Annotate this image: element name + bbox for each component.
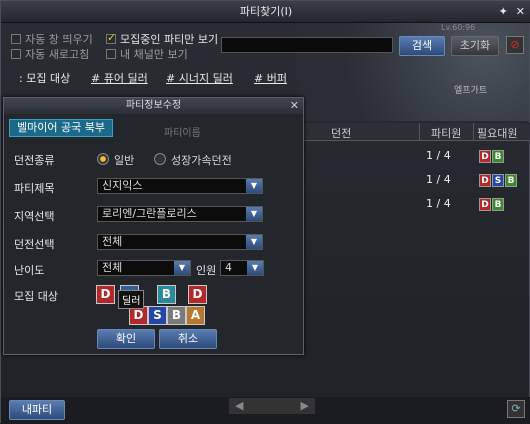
only-joinable-checkbox[interactable]: 모집중인 파티만 보기 (106, 31, 218, 47)
party-title-label: 파티제목 (14, 182, 55, 195)
region-select[interactable]: 로리엔/그란플로리스 ▼ (97, 206, 263, 222)
chevron-down-icon[interactable]: ▼ (246, 207, 262, 221)
normal-radio[interactable] (97, 153, 109, 165)
badge-buffer: B (492, 150, 504, 163)
chevron-down-icon[interactable]: ▼ (174, 261, 190, 275)
dungeon-select[interactable]: 전체 ▼ (97, 234, 263, 250)
my-party-button[interactable]: 내파티 (9, 400, 65, 420)
auto-refresh-box[interactable] (11, 49, 21, 59)
dungeon-type-label: 던전종류 (14, 154, 55, 167)
auto-refresh-checkbox[interactable]: 자동 새로고침 (11, 46, 89, 62)
growth-radio-label: 성장가속던전 (171, 154, 232, 167)
auto-popup-label: 자동 창 띄우기 (25, 33, 93, 46)
badge-dealer: D (479, 198, 491, 211)
badge-synergy: S (492, 174, 504, 187)
zone-tab[interactable]: 벨마이어 공국 북부 (9, 119, 113, 137)
chevron-down-icon[interactable]: ▼ (246, 235, 262, 249)
dungeon-value: 전체 (102, 235, 123, 248)
region-value: 로리엔/그란플로리스 (102, 207, 197, 220)
dialog-title: 파티정보수정 (125, 100, 182, 111)
row-badges: DSB (479, 173, 518, 187)
difficulty-label: 난이도 (14, 264, 45, 277)
refresh-icon[interactable]: ⟳ (507, 400, 525, 418)
dungeon-label: 던전선택 (14, 238, 55, 251)
pager: ◀ ▶ (229, 398, 315, 414)
category-buffer-label[interactable]: # 버퍼 (254, 72, 287, 85)
badge-dealer: D (479, 150, 491, 163)
recruit-label: 모집 대상 (14, 290, 58, 303)
chevron-down-icon[interactable]: ▼ (247, 261, 263, 275)
badge-buffer: B (505, 174, 517, 187)
members-select[interactable]: 4 ▼ (220, 260, 264, 276)
row-badges: DB (479, 197, 505, 211)
category-pure-dealer-label[interactable]: # 퓨어 딜러 (91, 72, 148, 85)
search-button[interactable]: 검색 (399, 36, 445, 56)
reset-button[interactable]: 초기화 (451, 36, 499, 56)
next-page-icon[interactable]: ▶ (301, 398, 309, 414)
party-title-value: 신지익스 (102, 179, 143, 192)
members-label: 인원 (196, 264, 217, 277)
party-edit-dialog: 파티정보수정 ✕ 벨마이어 공국 북부 파티이름 던전종류 일반 성장가속던전 … (3, 97, 304, 355)
category-recruit-label: 모집 대상 (26, 72, 71, 85)
difficulty-value: 전체 (102, 261, 123, 274)
my-channel-label: 내 채널만 보기 (120, 48, 188, 61)
cancel-button[interactable]: 취소 (159, 329, 217, 349)
table-row[interactable]: 1 / 4 DB (301, 149, 530, 167)
recruit-badge-a[interactable]: A (186, 306, 205, 325)
badge-dealer: D (479, 174, 491, 187)
pin-icon[interactable]: ✦ (499, 1, 508, 23)
dialog-titlebar: 파티정보수정 ✕ (4, 98, 303, 114)
table-row[interactable]: 1 / 4 DSB (301, 173, 530, 191)
table-header: 던전 파티원 필요대원 (301, 123, 530, 141)
table-row[interactable]: 1 / 4 DB (301, 197, 530, 215)
chevron-down-icon[interactable]: ▼ (246, 179, 262, 193)
refresh-icon[interactable]: ⊘ (506, 36, 524, 54)
auto-popup-box[interactable] (11, 34, 21, 44)
party-name-header: 파티이름 (164, 128, 201, 139)
row-badges: DB (479, 149, 505, 163)
row-members: 1 / 4 (426, 173, 451, 186)
window-title: 파티찾기(I) (239, 5, 293, 18)
confirm-button[interactable]: 확인 (97, 329, 155, 349)
growth-radio[interactable] (154, 153, 166, 165)
row-members: 1 / 4 (426, 149, 451, 162)
my-channel-box[interactable] (106, 49, 116, 59)
category-recruit: : 모집 대상 (19, 72, 71, 85)
category-synergy-dealer[interactable]: # 시너지 딜러 (166, 70, 233, 86)
region-label: 지역선택 (14, 210, 55, 223)
dealer-tooltip: 딜러 (118, 290, 145, 309)
category-synergy-dealer-label[interactable]: # 시너지 딜러 (166, 72, 233, 85)
recruit-dealer-toggle[interactable]: D (96, 285, 115, 304)
close-icon[interactable]: ✕ (516, 1, 525, 23)
party-title-input[interactable]: 신지익스 ▼ (97, 178, 263, 194)
recruit-badge-s[interactable]: S (148, 306, 167, 325)
normal-radio-label: 일반 (114, 154, 135, 167)
recruit-badge-b[interactable]: B (167, 306, 186, 325)
party-finder-window: 파티찾기(I) ✦ ✕ 자동 창 띄우기 모집중인 파티만 보기 자동 새로고침… (0, 0, 530, 424)
badge-buffer: B (492, 198, 504, 211)
auto-popup-checkbox[interactable]: 자동 창 띄우기 (11, 31, 93, 47)
level-text: Lv.60:96 (441, 23, 476, 32)
only-joinable-box[interactable] (106, 31, 116, 44)
recruit-buffer-toggle[interactable]: B (157, 285, 176, 304)
members-value: 4 (225, 261, 232, 274)
header-required: 필요대원 (477, 127, 518, 140)
recruit-dealer-toggle-2[interactable]: D (188, 285, 207, 304)
category-buffer[interactable]: # 버퍼 (254, 70, 287, 86)
my-channel-checkbox[interactable]: 내 채널만 보기 (106, 46, 188, 62)
window-titlebar: 파티찾기(I) ✦ ✕ (1, 1, 530, 23)
search-input[interactable] (221, 37, 393, 53)
header-dungeon: 던전 (331, 127, 352, 140)
only-joinable-label: 모집중인 파티만 보기 (120, 33, 219, 46)
map-label: 엘프가트 (454, 86, 488, 96)
header-members: 파티원 (431, 127, 462, 140)
prev-page-icon[interactable]: ◀ (235, 398, 243, 414)
close-icon[interactable]: ✕ (290, 98, 299, 114)
auto-refresh-label: 자동 새로고침 (25, 48, 90, 61)
difficulty-select[interactable]: 전체 ▼ (97, 260, 191, 276)
row-members: 1 / 4 (426, 197, 451, 210)
category-pure-dealer[interactable]: # 퓨어 딜러 (91, 70, 148, 86)
